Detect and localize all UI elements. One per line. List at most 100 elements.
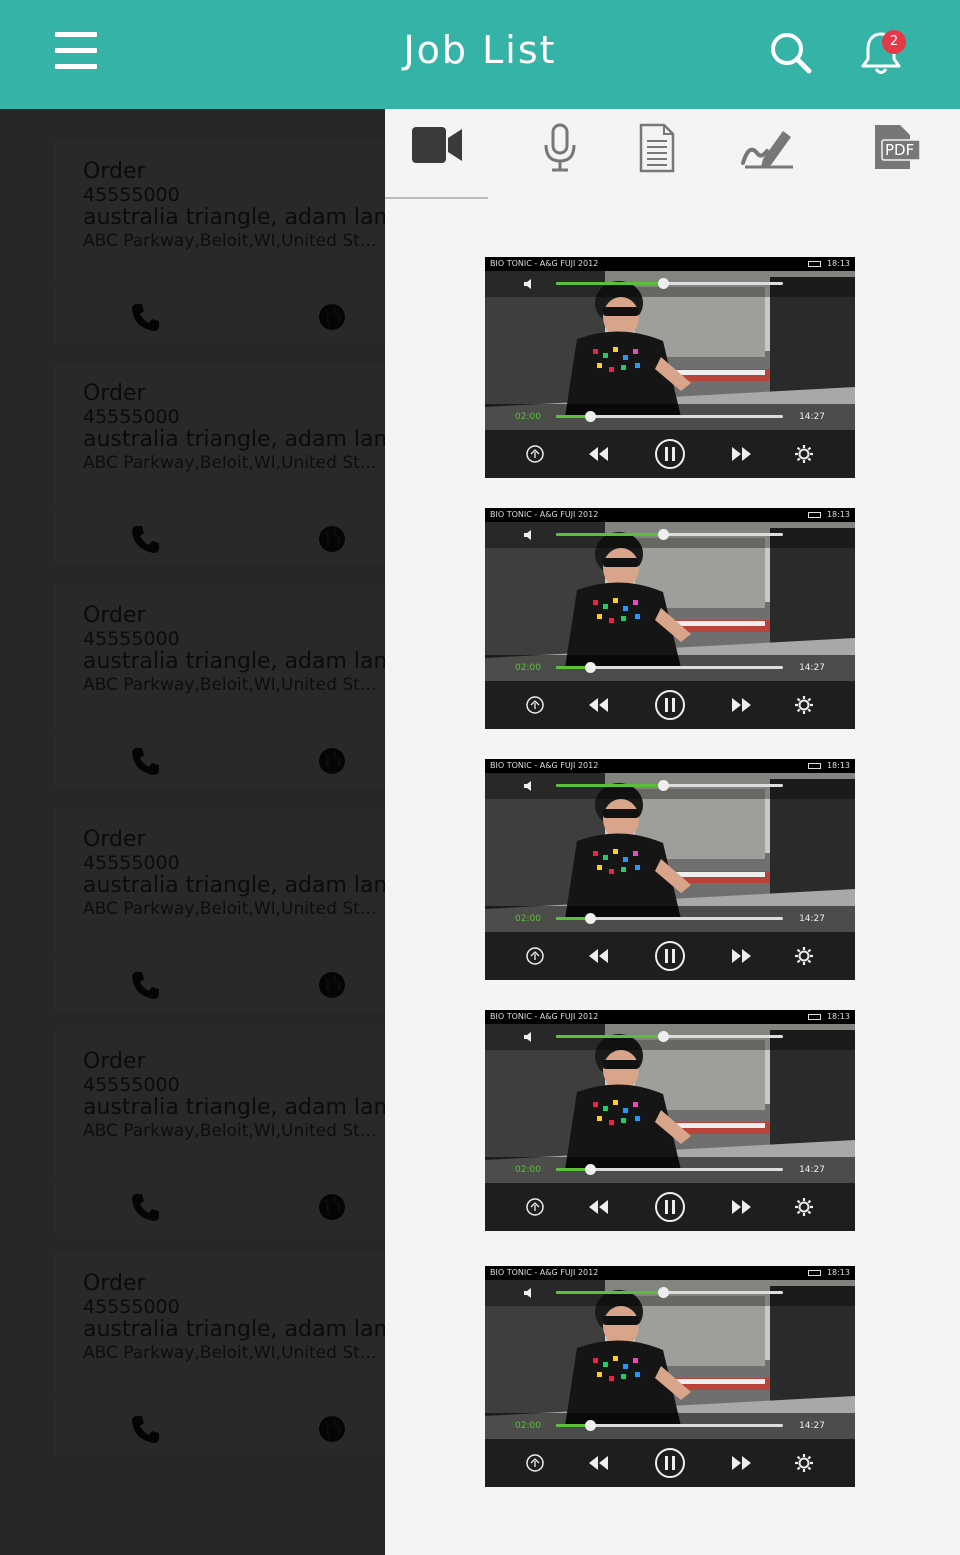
rewind-button[interactable] <box>585 1439 611 1487</box>
video-controls <box>485 932 855 980</box>
rotate-button[interactable] <box>523 932 547 980</box>
volume-knob[interactable] <box>658 278 669 289</box>
volume-slider[interactable] <box>556 780 783 791</box>
tab-audio[interactable] <box>540 123 580 199</box>
pause-button[interactable] <box>653 430 687 478</box>
pause-button[interactable] <box>653 932 687 980</box>
rotate-icon <box>526 696 544 714</box>
volume-fill <box>556 533 663 536</box>
total-time: 14:27 <box>799 914 825 924</box>
video-title: BIO TONIC - A&G FUJI 2012 <box>490 510 599 519</box>
video-player[interactable]: BIO TONIC - A&G FUJI 2012 18:13 02:00 14:27 <box>485 759 855 980</box>
battery-icon <box>808 1270 821 1276</box>
fast-forward-button[interactable] <box>729 1439 755 1487</box>
document-icon <box>639 123 675 173</box>
battery-icon <box>808 261 821 267</box>
total-time: 14:27 <box>799 663 825 673</box>
signature-icon <box>741 131 793 169</box>
volume-row <box>485 1024 855 1050</box>
seek-knob[interactable] <box>585 1164 596 1175</box>
volume-fill <box>556 1035 663 1038</box>
video-player[interactable]: BIO TONIC - A&G FUJI 2012 18:13 02:00 14:27 <box>485 1010 855 1231</box>
fast-forward-button[interactable] <box>729 1183 755 1231</box>
volume-knob[interactable] <box>658 780 669 791</box>
pause-button[interactable] <box>653 1439 687 1487</box>
current-time: 02:00 <box>515 663 541 673</box>
video-player[interactable]: BIO TONIC - A&G FUJI 2012 18:13 02:00 14:27 <box>485 508 855 729</box>
battery-icon <box>808 1014 821 1020</box>
volume-fill <box>556 1291 663 1294</box>
tab-pdf[interactable]: PDF <box>871 123 923 199</box>
video-controls <box>485 681 855 729</box>
total-time: 14:27 <box>799 1165 825 1175</box>
fast-forward-button[interactable] <box>729 681 755 729</box>
volume-row <box>485 773 855 799</box>
settings-icon <box>795 1454 813 1472</box>
battery-icon <box>808 763 821 769</box>
volume-slider[interactable] <box>556 278 783 289</box>
video-controls <box>485 430 855 478</box>
rewind-button[interactable] <box>585 932 611 980</box>
rotate-icon <box>526 947 544 965</box>
seek-knob[interactable] <box>585 1420 596 1431</box>
seek-knob[interactable] <box>585 913 596 924</box>
microphone-icon <box>544 123 576 172</box>
video-controls <box>485 1439 855 1487</box>
fast-forward-button[interactable] <box>729 932 755 980</box>
pause-icon <box>655 439 685 469</box>
settings-button[interactable] <box>793 932 815 980</box>
seek-slider[interactable] <box>556 411 783 422</box>
tab-signature[interactable] <box>737 123 797 199</box>
volume-knob[interactable] <box>658 529 669 540</box>
seek-row: 02:00 14:27 <box>485 906 855 932</box>
seek-slider[interactable] <box>556 1164 783 1175</box>
seek-knob[interactable] <box>585 411 596 422</box>
pause-icon <box>655 690 685 720</box>
rotate-button[interactable] <box>523 1183 547 1231</box>
settings-button[interactable] <box>793 1183 815 1231</box>
seek-slider[interactable] <box>556 1420 783 1431</box>
app-header: Job List 2 <box>0 0 960 109</box>
volume-row <box>485 1280 855 1306</box>
seek-slider[interactable] <box>556 662 783 673</box>
seek-knob[interactable] <box>585 662 596 673</box>
pause-button[interactable] <box>653 1183 687 1231</box>
volume-knob[interactable] <box>658 1287 669 1298</box>
pause-icon <box>655 941 685 971</box>
search-icon[interactable] <box>768 30 814 76</box>
speaker-icon <box>524 279 531 289</box>
volume-slider[interactable] <box>556 1287 783 1298</box>
settings-button[interactable] <box>793 430 815 478</box>
speaker-icon <box>524 1032 531 1042</box>
volume-slider[interactable] <box>556 1031 783 1042</box>
volume-knob[interactable] <box>658 1031 669 1042</box>
rotate-button[interactable] <box>523 430 547 478</box>
rotate-button[interactable] <box>523 1439 547 1487</box>
dim-overlay[interactable] <box>0 109 385 1555</box>
rewind-icon <box>589 949 608 963</box>
rotate-button[interactable] <box>523 681 547 729</box>
current-time: 02:00 <box>515 914 541 924</box>
video-player[interactable]: BIO TONIC - A&G FUJI 2012 18:13 02:00 14:27 <box>485 257 855 478</box>
volume-slider[interactable] <box>556 529 783 540</box>
volume-row <box>485 271 855 297</box>
video-player[interactable]: BIO TONIC - A&G FUJI 2012 18:13 02:00 14:27 <box>485 1266 855 1487</box>
seek-slider[interactable] <box>556 913 783 924</box>
volume-row <box>485 522 855 548</box>
rewind-button[interactable] <box>585 430 611 478</box>
fast-forward-button[interactable] <box>729 430 755 478</box>
pause-icon <box>655 1192 685 1222</box>
settings-button[interactable] <box>793 681 815 729</box>
notification-badge: 2 <box>882 30 906 54</box>
tab-video[interactable] <box>385 123 488 199</box>
rotate-icon <box>526 1454 544 1472</box>
rewind-button[interactable] <box>585 1183 611 1231</box>
status-clock: 18:13 <box>826 259 850 268</box>
pause-button[interactable] <box>653 681 687 729</box>
rewind-button[interactable] <box>585 681 611 729</box>
status-clock: 18:13 <box>826 1012 850 1021</box>
tab-document[interactable] <box>637 123 677 199</box>
settings-button[interactable] <box>793 1439 815 1487</box>
settings-icon <box>795 1198 813 1216</box>
rewind-icon <box>589 698 608 712</box>
